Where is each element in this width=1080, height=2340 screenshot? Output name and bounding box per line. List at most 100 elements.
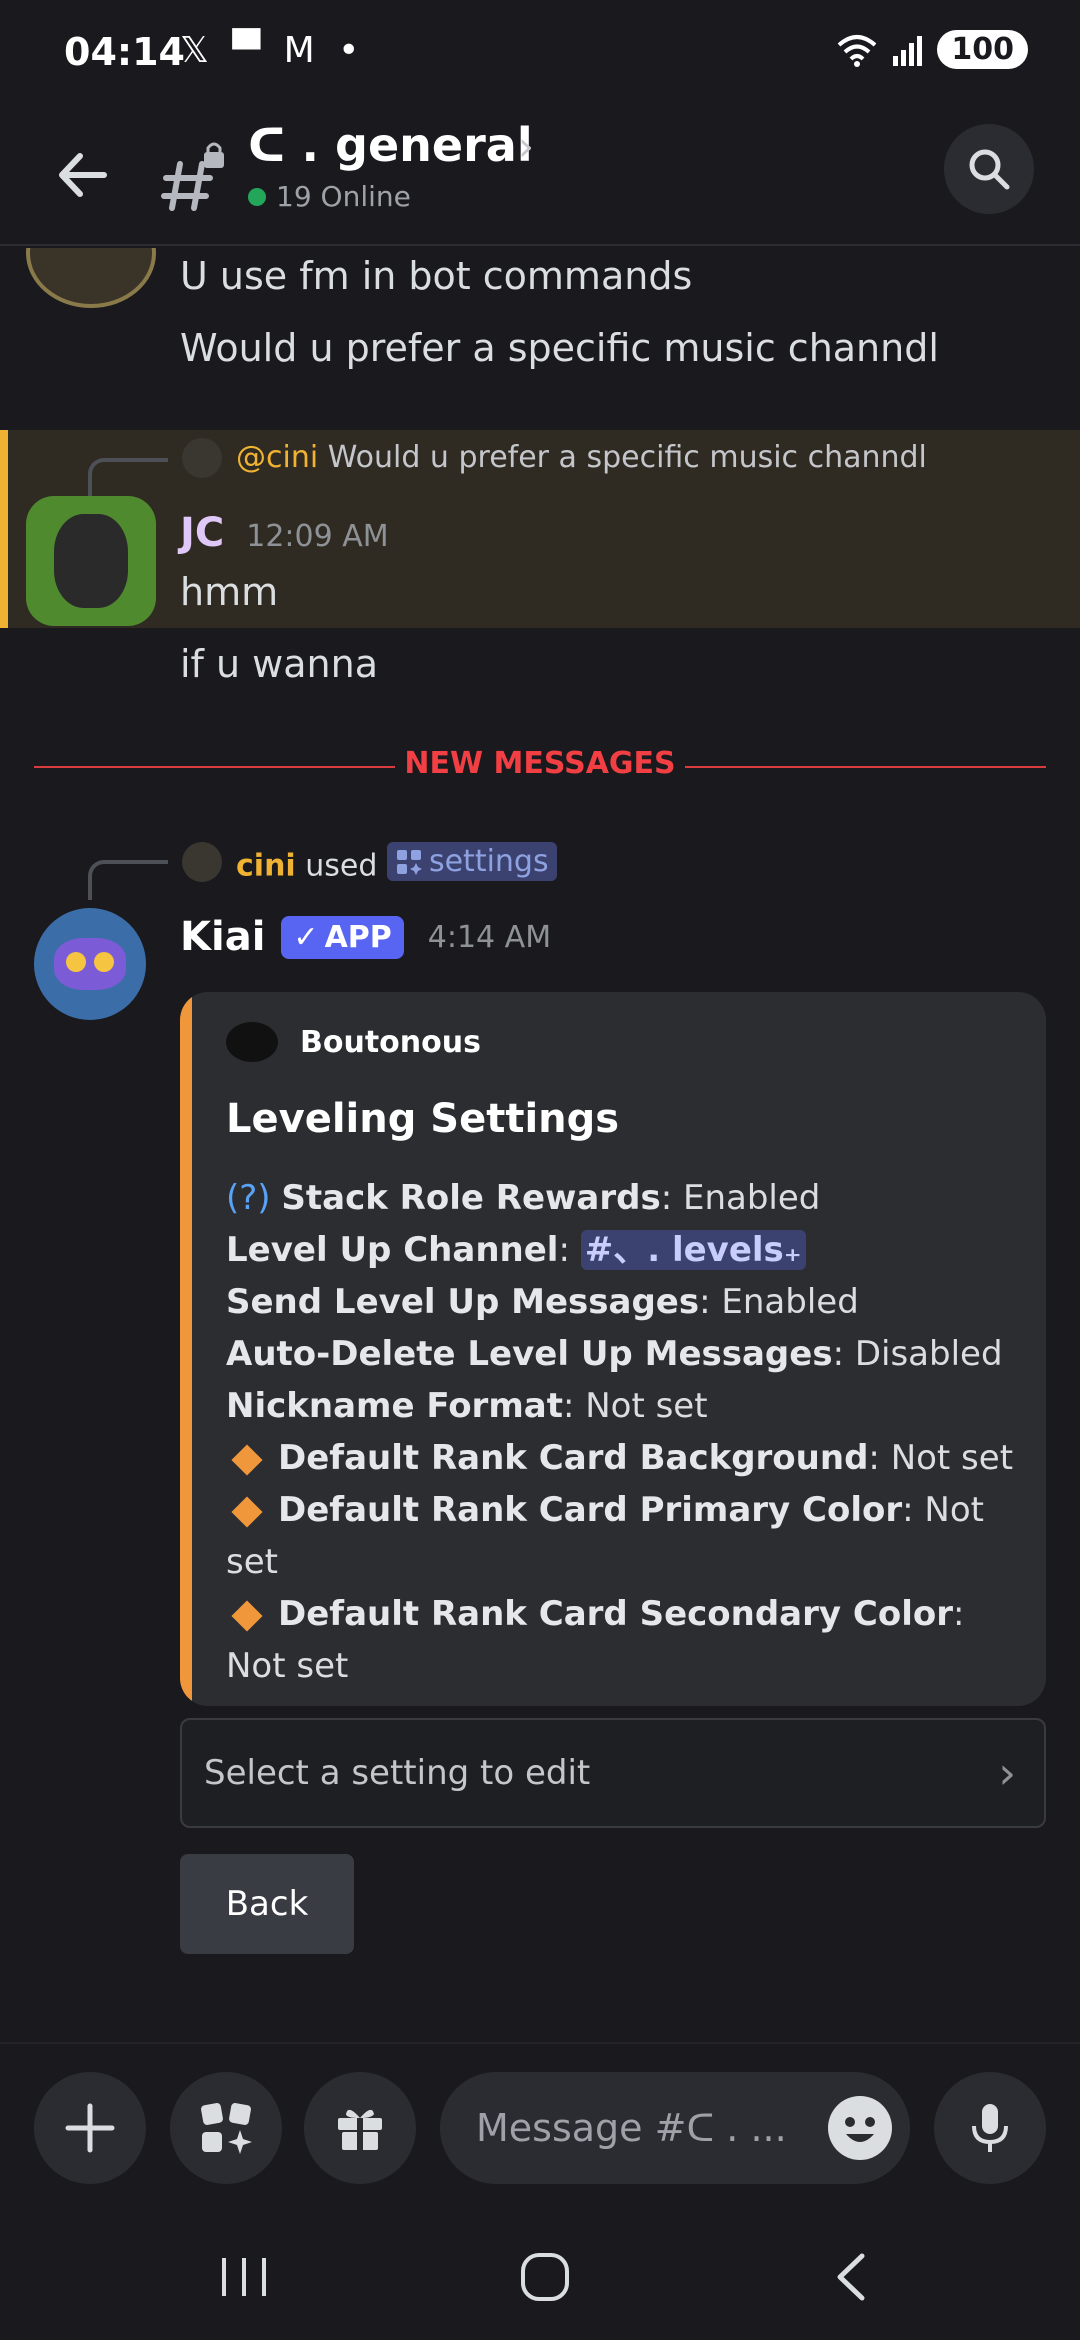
- chevron-right-icon: ›: [998, 1747, 1016, 1799]
- diamond-icon: [231, 1495, 263, 1528]
- gift-button[interactable]: [304, 2072, 416, 2184]
- online-count: 19 Online: [276, 180, 411, 213]
- setting-value: Not set: [890, 1438, 1014, 1478]
- microphone-icon: [972, 2104, 1008, 2152]
- app-command-icon: [396, 849, 422, 875]
- apps-icon: [201, 2103, 252, 2154]
- notification-icons: 𝕏 ▀ M •: [180, 30, 366, 71]
- message-header-jc: JC 12:09 AM: [180, 510, 389, 556]
- setting-row: Default Rank Card Primary Color: Not set: [226, 1490, 984, 1582]
- reply-author[interactable]: @cini: [236, 440, 318, 475]
- command-user-avatar: [182, 842, 222, 882]
- reply-connector: [88, 860, 168, 900]
- chevron-right-icon[interactable]: ›: [518, 124, 534, 170]
- help-link[interactable]: (?): [226, 1178, 271, 1218]
- setting-label: Stack Role Rewards: [281, 1178, 661, 1218]
- recent-apps-icon[interactable]: [216, 2252, 272, 2302]
- command-chip[interactable]: settings: [386, 842, 557, 881]
- embed-author: Boutonous: [226, 1022, 481, 1062]
- wifi-icon: [838, 34, 877, 67]
- setting-value: Disabled: [854, 1334, 1003, 1374]
- channel-header: ᑕ . general › 19 Online: [0, 110, 1080, 246]
- avatar-kiai[interactable]: [34, 908, 146, 1020]
- message-input[interactable]: Message #ᑕ . ...: [440, 2072, 910, 2184]
- app-badge: ✓ APP: [281, 915, 404, 959]
- author-name[interactable]: JC: [180, 510, 224, 556]
- command-used-text: used: [305, 848, 378, 884]
- setting-label: Nickname Format: [226, 1386, 563, 1426]
- command-user[interactable]: cini: [236, 849, 296, 884]
- new-messages-label: NEW MESSAGES: [395, 746, 685, 781]
- battery-indicator: 100: [937, 30, 1028, 69]
- system-navigation-bar: [0, 2212, 1080, 2340]
- diamond-icon: [231, 1599, 263, 1632]
- reply-avatar: [182, 438, 222, 478]
- embed-author-name: Boutonous: [300, 1024, 481, 1060]
- settings-embed: Boutonous Leveling Settings (?) Stack Ro…: [180, 992, 1046, 1706]
- message-line: Would u prefer a specific music channdl: [180, 326, 939, 370]
- smiley-icon: [845, 2117, 875, 2142]
- reply-connector: [88, 458, 168, 498]
- diamond-icon: [231, 1443, 263, 1476]
- message-line: hmm: [180, 570, 279, 614]
- avatar-jc[interactable]: [26, 496, 156, 626]
- search-button[interactable]: [944, 124, 1034, 214]
- gift-icon: [338, 2109, 382, 2150]
- setting-row: Nickname Format: Not set: [226, 1386, 708, 1426]
- setting-label: Default Rank Card Secondary Color: [278, 1594, 953, 1634]
- setting-value: Not set: [226, 1646, 349, 1686]
- checkmark-icon: ✓: [293, 919, 319, 955]
- add-attachment-button[interactable]: [34, 2072, 146, 2184]
- message-composer: Message #ᑕ . ...: [0, 2042, 1080, 2212]
- app-badge-label: APP: [324, 919, 392, 955]
- setting-label: Auto-Delete Level Up Messages: [226, 1334, 833, 1374]
- apps-button[interactable]: [170, 2072, 282, 2184]
- status-time: 04:14: [64, 30, 185, 74]
- setting-row: Send Level Up Messages: Enabled: [226, 1282, 859, 1322]
- message-placeholder: Message #ᑕ . ...: [476, 2106, 787, 2150]
- status-bar: 04:14 𝕏 ▀ M • 100: [0, 0, 1080, 110]
- message-list[interactable]: U use fm in bot commands Would u prefer …: [0, 248, 1080, 2040]
- embed-author-avatar: [226, 1022, 278, 1062]
- timestamp: 4:14 AM: [427, 919, 552, 955]
- setting-select-menu[interactable]: Select a setting to edit ›: [180, 1718, 1046, 1828]
- online-dot-icon: [248, 187, 266, 206]
- back-arrow-icon[interactable]: [48, 140, 118, 210]
- reply-preview[interactable]: @cini Would u prefer a specific music ch…: [236, 440, 927, 475]
- author-name[interactable]: Kiai: [180, 914, 265, 960]
- setting-row: Default Rank Card Secondary Color: Not s…: [226, 1594, 965, 1686]
- setting-value: Enabled: [682, 1178, 821, 1218]
- timestamp: 12:09 AM: [246, 519, 389, 554]
- setting-row: Auto-Delete Level Up Messages: Disabled: [226, 1334, 1003, 1374]
- locked-channel-icon: [161, 142, 224, 211]
- select-placeholder: Select a setting to edit: [204, 1753, 591, 1793]
- emoji-button[interactable]: [828, 2096, 892, 2160]
- setting-label: Send Level Up Messages: [226, 1282, 700, 1322]
- embed-accent-bar: [180, 992, 192, 1706]
- status-right: 100: [837, 30, 1028, 69]
- plus-icon: [65, 2103, 115, 2153]
- setting-label: Level Up Channel: [226, 1230, 559, 1270]
- setting-value: Enabled: [721, 1282, 859, 1322]
- search-icon: [969, 149, 1010, 190]
- online-status: 19 Online: [248, 180, 411, 213]
- channel-mention[interactable]: #、. levels₊: [580, 1230, 806, 1270]
- setting-row: Default Rank Card Background: Not set: [226, 1432, 1016, 1484]
- home-icon[interactable]: [518, 2250, 572, 2304]
- setting-value: Not set: [585, 1386, 708, 1426]
- avatar-cini[interactable]: [26, 248, 156, 308]
- setting-label: Default Rank Card Background: [278, 1438, 869, 1478]
- channel-name[interactable]: ᑕ . general: [248, 118, 533, 172]
- system-back-icon[interactable]: [826, 2250, 876, 2304]
- setting-row: (?) Stack Role Rewards: Enabled: [226, 1178, 821, 1218]
- back-button[interactable]: Back: [180, 1854, 354, 1954]
- message-header-kiai: Kiai ✓ APP 4:14 AM: [180, 914, 551, 960]
- setting-row: Level Up Channel: #、. levels₊: [226, 1224, 1016, 1276]
- setting-label: Default Rank Card Primary Color: [278, 1490, 903, 1530]
- message-line: if u wanna: [180, 642, 378, 686]
- message-line: U use fm in bot commands: [180, 254, 693, 298]
- voice-message-button[interactable]: [934, 2072, 1046, 2184]
- signal-icon: [893, 35, 923, 66]
- command-reference[interactable]: cini used settings: [236, 842, 557, 884]
- embed-title: Leveling Settings: [226, 1096, 620, 1142]
